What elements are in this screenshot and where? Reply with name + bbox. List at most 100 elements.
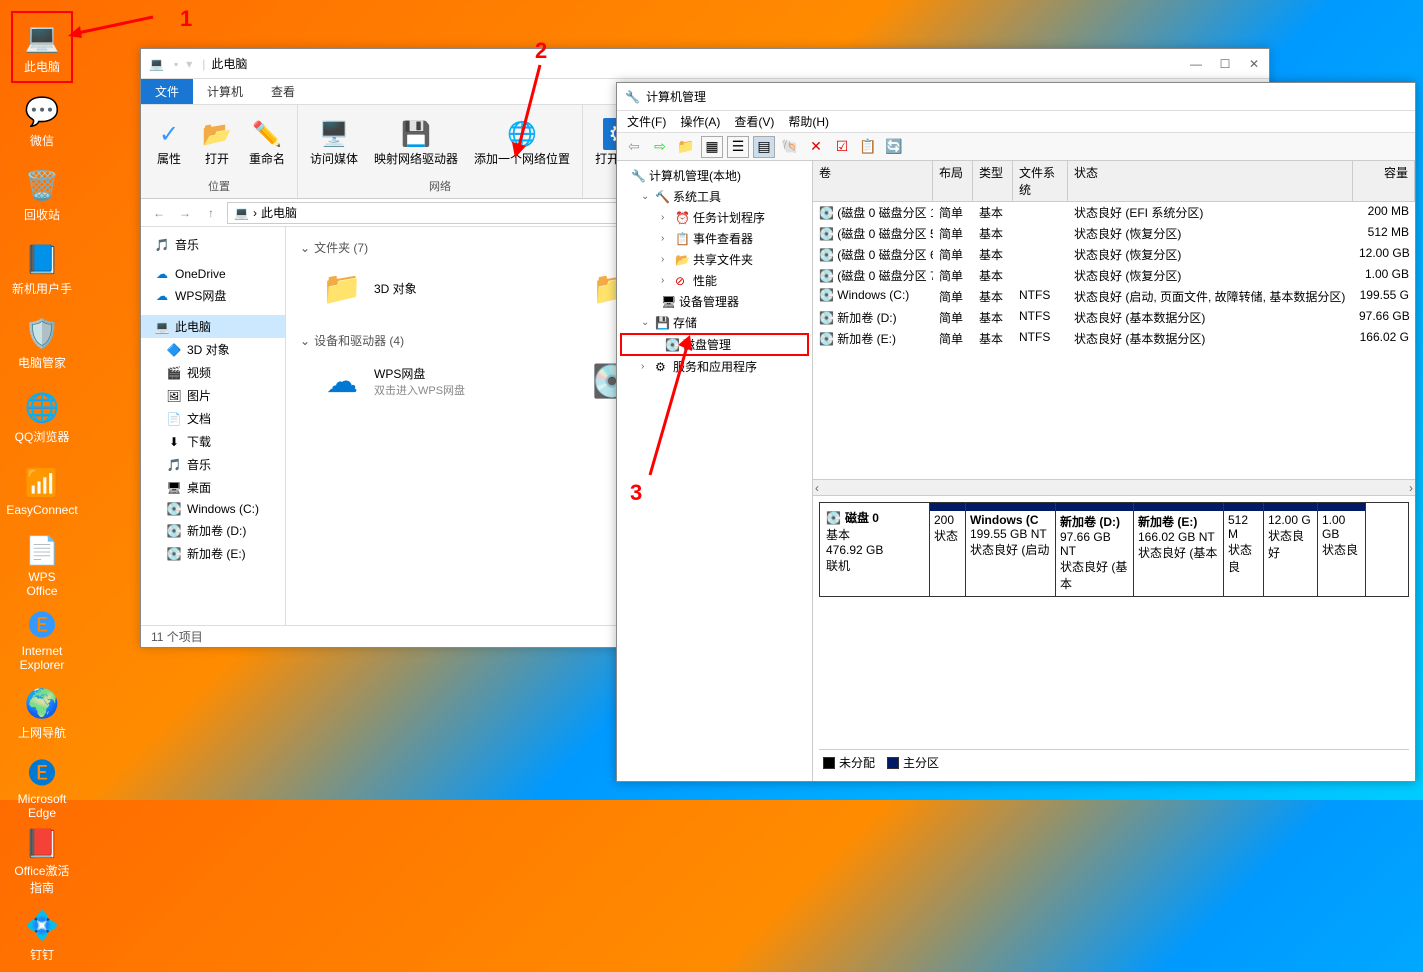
close-button[interactable]: ✕ bbox=[1247, 57, 1261, 71]
tab-computer[interactable]: 计算机 bbox=[193, 79, 257, 104]
tb-refresh[interactable]: 🔄 bbox=[883, 136, 905, 158]
disk-row-0[interactable]: 💽磁盘 0 基本 476.92 GB 联机 200状态Windows (C199… bbox=[819, 502, 1409, 597]
ribbon-open[interactable]: 📂打开 bbox=[195, 109, 239, 176]
ribbon-properties[interactable]: ✓属性 bbox=[147, 109, 191, 176]
ribbon-mapdrive[interactable]: 💾映射网络驱动器 bbox=[368, 109, 464, 176]
menu-help[interactable]: 帮助(H) bbox=[788, 113, 829, 130]
volume-row[interactable]: 💽 (磁盘 0 磁盘分区 5)简单基本状态良好 (恢复分区)512 MB bbox=[813, 223, 1415, 244]
nav-pictures[interactable]: 🖼图片 bbox=[141, 384, 285, 407]
item-wps[interactable]: ☁WPS网盘双击进入WPS网盘 bbox=[314, 353, 554, 409]
desktop-icon-wechat[interactable]: 💬微信 bbox=[12, 86, 72, 156]
volume-row[interactable]: 💽 Windows (C:)简单基本NTFS状态良好 (启动, 页面文件, 故障… bbox=[813, 286, 1415, 307]
volume-row[interactable]: 💽 (磁盘 0 磁盘分区 1)简单基本状态良好 (EFI 系统分区)200 MB bbox=[813, 202, 1415, 223]
nav-music2[interactable]: 🎵音乐 bbox=[141, 453, 285, 476]
volume-row[interactable]: 💽 (磁盘 0 磁盘分区 7)简单基本状态良好 (恢复分区)1.00 GB bbox=[813, 265, 1415, 286]
tree-perf[interactable]: ›⊘性能 bbox=[617, 270, 812, 291]
nav-onedrive[interactable]: ☁OneDrive bbox=[141, 264, 285, 284]
col-fs[interactable]: 文件系统 bbox=[1013, 161, 1068, 201]
tree-systools[interactable]: ⌄🔨系统工具 bbox=[617, 186, 812, 207]
tab-view[interactable]: 查看 bbox=[257, 79, 309, 104]
volume-row[interactable]: 💽 (磁盘 0 磁盘分区 6)简单基本状态良好 (恢复分区)12.00 GB bbox=[813, 244, 1415, 265]
disk-partition[interactable]: 512 M状态良 bbox=[1224, 503, 1264, 596]
desktop-icon-easyconnect[interactable]: 📶EasyConnect bbox=[12, 456, 72, 526]
tab-file[interactable]: 文件 bbox=[141, 79, 193, 104]
nav-3dobjects[interactable]: 🔷3D 对象 bbox=[141, 338, 285, 361]
menu-file[interactable]: 文件(F) bbox=[627, 113, 666, 130]
desktop-icon-ie[interactable]: 🅔Internet Explorer bbox=[12, 604, 72, 674]
disk-partition[interactable]: 1.00 GB状态良 bbox=[1318, 503, 1366, 596]
tb-list[interactable]: 📋 bbox=[857, 136, 879, 158]
tree-root[interactable]: 🔧计算机管理(本地) bbox=[617, 165, 812, 186]
col-status[interactable]: 状态 bbox=[1068, 161, 1353, 201]
item-3dobjects[interactable]: 📁3D 对象 bbox=[314, 260, 554, 316]
tree-eventvwr[interactable]: ›📋事件查看器 bbox=[617, 228, 812, 249]
disk-partition[interactable]: 12.00 G状态良好 bbox=[1264, 503, 1318, 596]
nav-desktop[interactable]: 🖥桌面 bbox=[141, 476, 285, 499]
ribbon-rename[interactable]: ✏️重命名 bbox=[243, 109, 291, 176]
compmgmt-titlebar[interactable]: 🔧 计算机管理 bbox=[617, 83, 1415, 111]
desktop-icon-edge[interactable]: 🅔Microsoft Edge bbox=[12, 752, 72, 822]
desktop-icon-webnav[interactable]: 🌍上网导航 bbox=[12, 678, 72, 748]
volume-scrollbar[interactable]: ‹› bbox=[813, 479, 1415, 495]
tb-help[interactable]: 🐚 bbox=[779, 136, 801, 158]
tb-delete[interactable]: ✕ bbox=[805, 136, 827, 158]
desktop-icon-newuser[interactable]: 📘新机用户手 bbox=[12, 234, 72, 304]
ribbon-media[interactable]: 🖥️访问媒体 bbox=[304, 109, 364, 176]
minimize-button[interactable]: — bbox=[1189, 57, 1203, 71]
tree-shared[interactable]: ›📂共享文件夹 bbox=[617, 249, 812, 270]
desktop-icon-qqbrowser[interactable]: 🌐QQ浏览器 bbox=[12, 382, 72, 452]
nav-drive-d[interactable]: 💽新加卷 (D:) bbox=[141, 519, 285, 542]
desktop-icon-pcmanager[interactable]: 🛡️电脑管家 bbox=[12, 308, 72, 378]
volume-table: 卷 布局 类型 文件系统 状态 容量 💽 (磁盘 0 磁盘分区 1)简单基本状态… bbox=[813, 161, 1415, 496]
tb-up[interactable]: 📁 bbox=[675, 136, 697, 158]
ribbon-group-network: 网络 bbox=[429, 178, 451, 194]
tb-forward[interactable]: ⇨ bbox=[649, 136, 671, 158]
tree-tasksch[interactable]: ›⏰任务计划程序 bbox=[617, 207, 812, 228]
disk-partition[interactable]: 新加卷 (D:)97.66 GB NT状态良好 (基本 bbox=[1056, 503, 1134, 596]
nav-music[interactable]: 🎵音乐 bbox=[141, 233, 285, 256]
nav-downloads[interactable]: ⬇下载 bbox=[141, 430, 285, 453]
disk-partition[interactable]: Windows (C199.55 GB NT状态良好 (启动 bbox=[966, 503, 1056, 596]
col-type[interactable]: 类型 bbox=[973, 161, 1013, 201]
desktop-icon-dingtalk[interactable]: 💠钉钉 bbox=[12, 900, 72, 970]
tb-view3[interactable]: ▤ bbox=[753, 136, 775, 158]
compmgmt-title-text: 计算机管理 bbox=[646, 88, 706, 105]
disk-partition[interactable]: 新加卷 (E:)166.02 GB NT状态良好 (基本 bbox=[1134, 503, 1224, 596]
annotation-arrow-3 bbox=[640, 335, 700, 485]
desktop-icon-recycle[interactable]: 🗑️回收站 bbox=[12, 160, 72, 230]
nav-drive-c[interactable]: 💽Windows (C:) bbox=[141, 499, 285, 519]
nav-up[interactable]: ↑ bbox=[201, 206, 221, 220]
nav-thispc[interactable]: 💻此电脑 bbox=[141, 315, 285, 338]
volume-row[interactable]: 💽 新加卷 (E:)简单基本NTFS状态良好 (基本数据分区)166.02 G bbox=[813, 328, 1415, 349]
explorer-titlebar[interactable]: 💻 ▪ ▾ | 此电脑 — ☐ ✕ bbox=[141, 49, 1269, 79]
menu-view[interactable]: 查看(V) bbox=[734, 113, 774, 130]
nav-forward[interactable]: → bbox=[175, 206, 195, 220]
disk-legend: 未分配 主分区 bbox=[819, 749, 1409, 775]
desktop-icon-wps[interactable]: 📄WPS Office bbox=[12, 530, 72, 600]
compmgmt-right: 卷 布局 类型 文件系统 状态 容量 💽 (磁盘 0 磁盘分区 1)简单基本状态… bbox=[813, 161, 1415, 781]
nav-videos[interactable]: 🎬视频 bbox=[141, 361, 285, 384]
tb-view1[interactable]: ▦ bbox=[701, 136, 723, 158]
volume-row[interactable]: 💽 新加卷 (D:)简单基本NTFS状态良好 (基本数据分区)97.66 GB bbox=[813, 307, 1415, 328]
maximize-button[interactable]: ☐ bbox=[1218, 57, 1232, 71]
tree-storage[interactable]: ⌄💾存储 bbox=[617, 312, 812, 333]
nav-docs[interactable]: 📄文档 bbox=[141, 407, 285, 430]
tree-devmgr[interactable]: 🖥设备管理器 bbox=[617, 291, 812, 312]
tb-view2[interactable]: ☰ bbox=[727, 136, 749, 158]
col-volume[interactable]: 卷 bbox=[813, 161, 933, 201]
explorer-icon: 💻 bbox=[149, 57, 164, 71]
compmgmt-menu: 文件(F) 操作(A) 查看(V) 帮助(H) bbox=[617, 111, 1415, 133]
desktop-icon-officeguide[interactable]: 📕Office激活指南 bbox=[12, 826, 72, 896]
tb-check[interactable]: ☑ bbox=[831, 136, 853, 158]
compmgmt-icon: 🔧 bbox=[625, 90, 640, 104]
disk-partition[interactable]: 200状态 bbox=[930, 503, 966, 596]
nav-pane: 🎵音乐 ☁OneDrive ☁WPS网盘 💻此电脑 🔷3D 对象 🎬视频 🖼图片… bbox=[141, 227, 286, 625]
nav-back[interactable]: ← bbox=[149, 206, 169, 220]
desktop-icon-this-pc[interactable]: 💻此电脑 bbox=[12, 12, 72, 82]
col-layout[interactable]: 布局 bbox=[933, 161, 973, 201]
tb-back[interactable]: ⇦ bbox=[623, 136, 645, 158]
nav-wps[interactable]: ☁WPS网盘 bbox=[141, 284, 285, 307]
col-capacity[interactable]: 容量 bbox=[1353, 161, 1415, 201]
nav-drive-e[interactable]: 💽新加卷 (E:) bbox=[141, 542, 285, 565]
menu-action[interactable]: 操作(A) bbox=[680, 113, 720, 130]
